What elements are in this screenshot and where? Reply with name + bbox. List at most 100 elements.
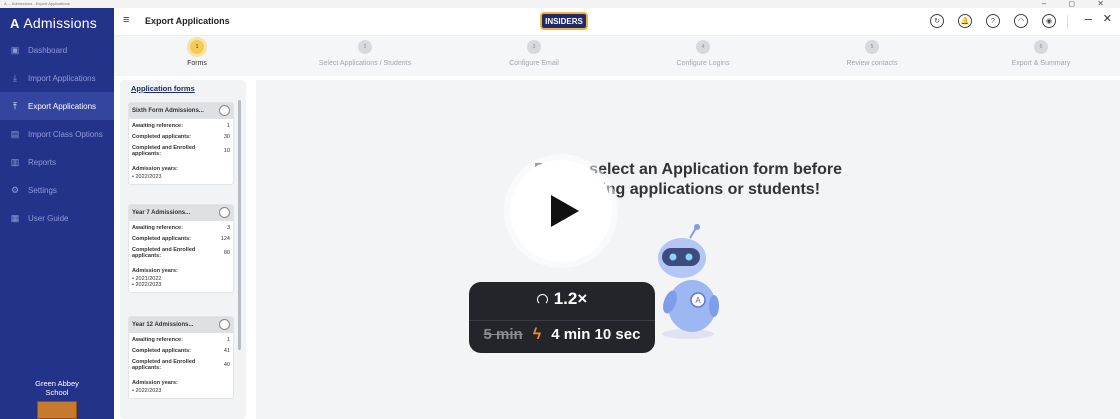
- duration-row: 5 min ϟ 4 min 10 sec: [469, 320, 655, 348]
- robot-illustration: A: [658, 224, 719, 339]
- app-root: A ... Admissions - Export Applications –…: [0, 0, 1120, 419]
- close-icon[interactable]: ✕: [1103, 12, 1112, 25]
- step-number: 1: [190, 40, 204, 54]
- empty-state-line1: Please select an Application form before: [534, 161, 842, 178]
- new-duration: 4 min 10 sec: [551, 326, 641, 343]
- stat-value: 3: [226, 225, 230, 231]
- stat-value: 30: [223, 134, 230, 140]
- step-number: 3: [527, 40, 541, 54]
- header-icons: ↻ 🔔? ◠ ◉: [930, 14, 1056, 28]
- step-5[interactable]: 5 Review contacts: [787, 40, 957, 67]
- form-card-header: Year 12 Admissions...: [129, 317, 233, 333]
- step-1[interactable]: 1 Forms: [112, 40, 282, 67]
- sidebar-item-reports[interactable]: ▥ Reports: [0, 148, 114, 176]
- sidebar-item-label: Dashboard: [28, 45, 68, 55]
- stat-value: 124: [220, 236, 230, 242]
- sidebar-item-settings[interactable]: ⚙ Settings: [0, 176, 114, 204]
- step-label: Configure Email: [509, 60, 559, 67]
- step-number: 6: [1034, 40, 1048, 54]
- form-card[interactable]: Sixth Form Admissions... Awaiting referen…: [128, 102, 234, 185]
- sidebar-item-import-applications[interactable]: ⤓ Import Applications: [0, 64, 114, 92]
- header-divider: [1067, 15, 1068, 29]
- form-card-header: Year 7 Admissions...: [129, 205, 233, 221]
- form-select-radio[interactable]: [219, 207, 230, 218]
- school-name-line2: School: [45, 388, 69, 397]
- stat-label: Completed applicants:: [132, 236, 191, 242]
- sidebar-item-dashboard[interactable]: ▣ Dashboard: [0, 36, 114, 64]
- help-icon[interactable]: ?: [986, 14, 1000, 28]
- export-icon: ⤒: [13, 100, 17, 111]
- form-select-radio[interactable]: [219, 319, 230, 330]
- lightning-icon: ϟ: [532, 325, 542, 343]
- sidebar-item-label: Import Applications: [28, 73, 96, 83]
- sync-icon[interactable]: ↻: [930, 14, 944, 28]
- empty-state-line2: selecting applications or students!: [555, 181, 821, 198]
- import-icon: ⤓: [13, 72, 17, 83]
- form-card-header: Sixth Form Admissions...: [129, 103, 233, 119]
- enrolled-applicants-row: Completed and Enrolled applicants: 10: [129, 145, 233, 157]
- stat-label: Awaiting reference:: [132, 337, 183, 343]
- stat-value: 40: [223, 362, 230, 368]
- minimize-icon[interactable]: –: [1085, 11, 1092, 26]
- step-number: 2: [358, 40, 372, 54]
- guide-icon: ▦: [10, 212, 20, 223]
- admission-year-value: 2022/2023: [135, 282, 162, 288]
- school-name-line1: Green Abbey: [35, 379, 79, 388]
- stat-label: Awaiting reference:: [132, 225, 183, 231]
- stat-value: 41: [223, 348, 230, 354]
- class-icon: ▤: [10, 128, 20, 139]
- brand[interactable]: A Admissions: [10, 14, 97, 32]
- account-icon[interactable]: ◉: [1042, 14, 1056, 28]
- step-6[interactable]: 6 Export & Summary: [956, 40, 1120, 67]
- svg-text:A: A: [695, 296, 701, 305]
- stat-label: Completed and Enrolled applicants:: [132, 359, 196, 371]
- video-play-button[interactable]: [510, 160, 612, 262]
- stat-value: 80: [223, 250, 230, 256]
- header: ≡ Export Applications INSIDERS ↻ 🔔? ◠ ◉ – ✕: [114, 8, 1120, 36]
- sidebar-item-label: Import Class Options: [28, 129, 103, 139]
- sidebar-item-import-class-options[interactable]: ▤ Import Class Options: [0, 120, 114, 148]
- wizard-stepper: 1 Forms 2 Select Applications / Students 3 Co…: [114, 36, 1120, 76]
- step-label: Export & Summary: [1011, 60, 1071, 67]
- brand-name: Admissions: [23, 15, 97, 31]
- step-label: Configure Logins: [676, 60, 730, 67]
- school-name: Green Abbey School: [0, 379, 114, 397]
- reports-icon: ▥: [10, 156, 20, 167]
- enrolled-applicants-row: Completed and Enrolled applicants: 40: [129, 359, 233, 371]
- sidebar-item-user-guide[interactable]: ▦ User Guide: [0, 204, 114, 232]
- insiders-badge[interactable]: INSIDERS: [540, 12, 588, 30]
- speed-row: 1.2×: [469, 288, 655, 310]
- admission-year-value: 2022/2023: [135, 388, 162, 394]
- stat-value: 1: [226, 337, 230, 343]
- form-card[interactable]: Year 12 Admissions... Awaiting reference:…: [128, 316, 234, 399]
- stat-value: 1: [226, 123, 230, 129]
- os-titlebar: A ... Admissions - Export Applications –…: [0, 0, 1120, 8]
- os-window-controls[interactable]: – ◻ ✕: [1042, 0, 1114, 8]
- form-name: Year 12 Admissions...: [132, 322, 194, 328]
- step-3[interactable]: 3 Configure Email: [449, 40, 619, 67]
- step-4[interactable]: 4 Configure Logins: [618, 40, 788, 67]
- step-number: 4: [696, 40, 710, 54]
- os-window-title: A ... Admissions - Export Applications: [4, 1, 70, 6]
- sidebar-item-label: Export Applications: [28, 101, 97, 111]
- application-forms-panel: Application forms Sixth Form Admissions.…: [120, 80, 246, 419]
- admission-year-value: 2022/2023: [135, 174, 162, 180]
- empty-state-message: Please select an Application form before…: [256, 160, 1120, 200]
- form-card[interactable]: Year 7 Admissions... Awaiting reference: 3…: [128, 204, 234, 293]
- sidebar-item-export-applications[interactable]: ⤒ Export Applications: [0, 92, 114, 120]
- main-content: Please select an Application form before…: [256, 80, 1120, 419]
- speed-value: 1.2×: [553, 289, 588, 308]
- stat-value: 10: [223, 148, 230, 154]
- brand-logo-icon: A: [10, 15, 20, 31]
- sidebar-nav: ▣ Dashboard ⤓ Import Applications ⤒ Export Ap…: [0, 36, 114, 232]
- support-icon[interactable]: ◠: [1014, 14, 1028, 28]
- stat-label: Completed applicants:: [132, 134, 191, 140]
- menu-icon[interactable]: ≡: [123, 14, 129, 26]
- stat-label: Completed and Enrolled applicants:: [132, 145, 196, 157]
- play-icon: [551, 195, 579, 227]
- forms-scrollbar[interactable]: [238, 100, 241, 350]
- step-label: Select Applications / Students: [318, 60, 412, 67]
- step-2[interactable]: 2 Select Applications / Students: [280, 40, 450, 67]
- bell-icon[interactable]: 🔔: [958, 14, 972, 28]
- form-select-radio[interactable]: [219, 105, 230, 116]
